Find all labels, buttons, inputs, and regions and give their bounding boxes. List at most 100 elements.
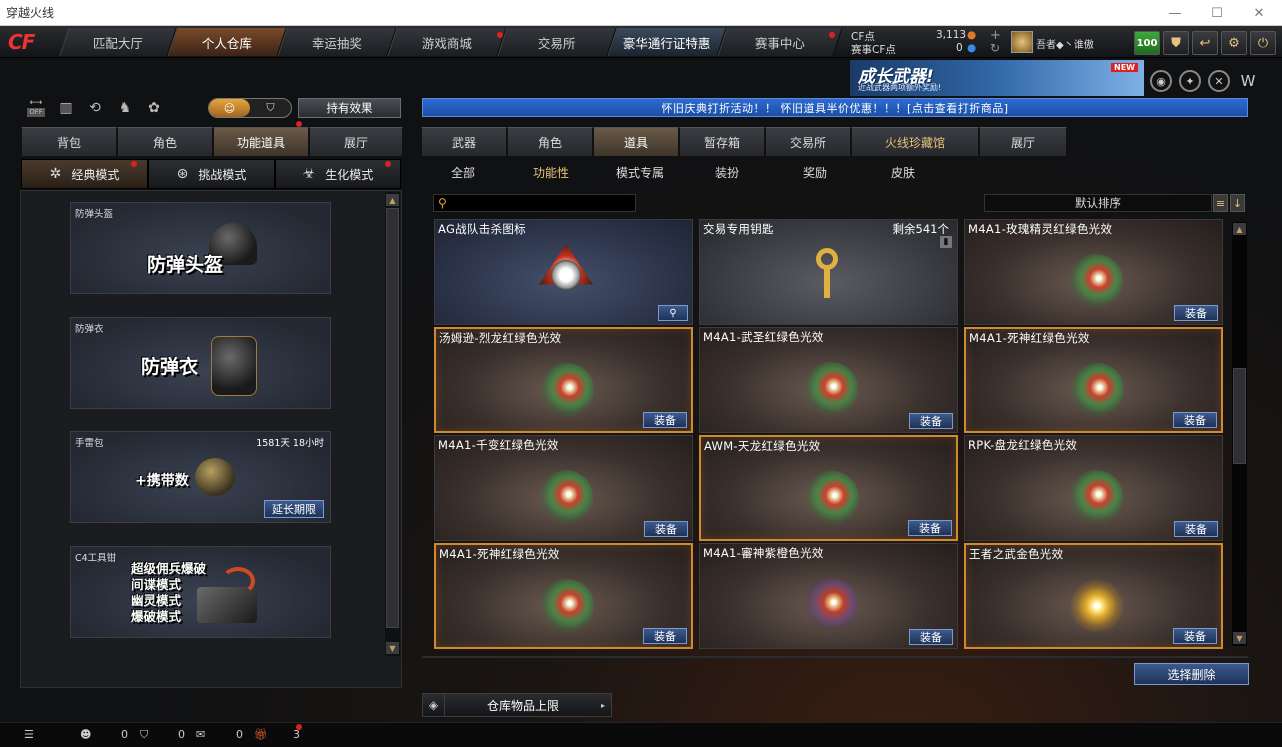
tab-trade[interactable]: 交易所 — [765, 127, 851, 157]
nav-tab-game-mall[interactable]: 游戏商城 — [387, 28, 507, 56]
equip-button[interactable]: 装备 — [908, 520, 952, 536]
scroll-down-icon[interactable]: ▼ — [386, 642, 399, 654]
promo-banner[interactable]: 成长武器! 近战武器两项额外奖励! NEW — [850, 60, 1144, 96]
nav-tab-events[interactable]: 赛事中心 — [717, 28, 843, 56]
tab-character[interactable]: 角色 — [117, 127, 213, 157]
item-card[interactable]: 汤姆逊-烈龙红绿色光效 装备 — [434, 327, 693, 433]
character-weapon-toggle[interactable]: ☺ ⛉ — [208, 98, 292, 118]
equip-button[interactable]: 装备 — [643, 412, 687, 428]
stats-icon[interactable]: ▥ — [55, 98, 77, 118]
sort-dropdown[interactable]: 默认排序 — [984, 194, 1212, 212]
tab-backpack[interactable]: 背包 — [21, 127, 117, 157]
equip-button[interactable]: 装备 — [643, 628, 687, 644]
equip-button[interactable]: 装备 — [1173, 628, 1217, 644]
shield-icon[interactable]: ⛉ — [140, 728, 148, 742]
tab-gallery[interactable]: 展厅 — [979, 127, 1067, 157]
trash-icon[interactable]: ▮ — [940, 236, 952, 248]
nav-tab-personal-storage[interactable]: 个人仓库 — [167, 28, 287, 56]
item-card[interactable]: 王者之武金色光效 装备 — [964, 543, 1223, 649]
crossed-swords-icon[interactable]: ✕ — [1208, 70, 1230, 92]
soldier-icon[interactable]: ♞ — [114, 98, 136, 118]
extend-duration-button[interactable]: 延长期限 — [264, 500, 324, 518]
item-card[interactable]: AWM-天龙红绿色光效 装备 — [699, 435, 958, 541]
compass-icon[interactable]: ✦ — [1179, 70, 1201, 92]
equip-button[interactable]: 装备 — [909, 413, 953, 429]
subtab-skins[interactable]: 皮肤 — [880, 162, 926, 182]
subtab-mode-exclusive[interactable]: 模式专属 — [610, 162, 670, 182]
grenade-bag-slot[interactable]: 手雷包 1581天 18小时 +携带数 延长期限 — [70, 431, 331, 523]
tab-weapons[interactable]: 武器 — [421, 127, 507, 157]
mode-tab-classic[interactable]: ✲ 经典模式 — [21, 159, 148, 189]
c4-pliers-slot[interactable]: C4工具钳 超级佣兵爆破 间谍模式 幽灵模式 爆破模式 — [70, 546, 331, 638]
item-card[interactable]: M4A1-死神红绿色光效 装备 — [964, 327, 1223, 433]
announcement-banner[interactable]: 怀旧庆典打折活动！！ 怀旧道具半价优惠！！！[点击查看打折商品] — [422, 98, 1248, 117]
mode-tab-challenge[interactable]: ⊛ 挑战模式 — [148, 159, 275, 189]
scroll-down-icon[interactable]: ▼ — [1233, 632, 1246, 644]
item-card[interactable]: AG战队击杀图标 ⚲ — [434, 219, 693, 325]
character-toggle-icon[interactable]: ☺ — [209, 99, 250, 117]
w-emblem-icon[interactable]: W — [1237, 70, 1259, 92]
menu-list-icon[interactable]: ☰ — [24, 728, 34, 741]
scroll-up-icon[interactable]: ▲ — [1233, 223, 1246, 235]
friends-icon[interactable]: ☻ — [80, 728, 91, 741]
item-card[interactable]: M4A1-千变红绿色光效 装备 — [434, 435, 693, 541]
equip-button[interactable]: 装备 — [1174, 521, 1218, 537]
subtab-outfit[interactable]: 装扮 — [704, 162, 750, 182]
gift-icon[interactable]: 🎁︎ — [254, 728, 268, 741]
tab-characters[interactable]: 角色 — [507, 127, 593, 157]
tab-collection[interactable]: 火线珍藏馆 — [851, 127, 979, 157]
scroll-up-icon[interactable]: ▲ — [386, 194, 399, 206]
item-grid-scrollbar[interactable]: ▲ ▼ — [1232, 222, 1247, 646]
equip-button[interactable]: 装备 — [909, 629, 953, 645]
nav-tab-lucky-draw[interactable]: 幸运抽奖 — [277, 28, 397, 56]
tab-showroom[interactable]: 展厅 — [309, 127, 403, 157]
notification-dot — [296, 724, 302, 730]
equip-button[interactable]: 装备 — [1173, 412, 1217, 428]
item-card[interactable]: M4A1-武圣红绿色光效 装备 — [699, 327, 958, 433]
bag-icon[interactable]: ✿ — [143, 98, 165, 118]
nav-tab-battle-pass[interactable]: 豪华通行证特惠 — [607, 28, 727, 56]
auto-toggle-icon[interactable]: ⟷ OFF — [25, 98, 47, 118]
owned-effects-button[interactable]: 持有效果 — [298, 98, 401, 118]
storage-capacity-bar[interactable]: ◈ 仓库物品上限 ▸ — [422, 693, 612, 717]
item-card[interactable]: 交易专用钥匙 剩余541个 ▮ — [699, 219, 958, 325]
mode-tab-zombie[interactable]: ☣ 生化模式 — [275, 159, 401, 189]
select-delete-button[interactable]: 选择删除 — [1134, 663, 1249, 685]
shield-toggle-icon[interactable]: ⛉ — [250, 99, 291, 117]
tab-items[interactable]: 道具 — [593, 127, 679, 157]
item-card[interactable]: RPK-盘龙红绿色光效 装备 — [964, 435, 1223, 541]
body-armor-slot[interactable]: 防弹衣 防弹衣 — [70, 317, 331, 409]
chat-icon[interactable]: ✉ — [196, 728, 205, 741]
refresh-icon[interactable]: ↻ — [990, 41, 1000, 55]
item-name: 交易专用钥匙 — [703, 222, 774, 236]
equip-button[interactable]: 装备 — [1174, 305, 1218, 321]
item-card[interactable]: M4A1-審神紫橙色光效 装备 — [699, 543, 958, 649]
tab-function-items[interactable]: 功能道具 — [213, 127, 309, 157]
scroll-thumb[interactable] — [1233, 368, 1246, 464]
target-icon[interactable]: ◉ — [1150, 70, 1172, 92]
power-icon[interactable]: ⏻ — [1250, 31, 1276, 55]
nav-tab-exchange[interactable]: 交易所 — [497, 28, 617, 56]
minimize-icon[interactable]: — — [1154, 0, 1196, 26]
shield-rank-icon[interactable]: ⛊ — [1163, 31, 1189, 55]
subtab-functional[interactable]: 功能性 — [527, 162, 575, 182]
magnify-icon[interactable]: ⚲ — [658, 305, 688, 321]
list-view-icon[interactable]: ≡ — [1213, 194, 1228, 212]
close-icon[interactable]: ✕ — [1238, 0, 1280, 26]
item-card[interactable]: M4A1-死神红绿色光效 装备 — [434, 543, 693, 649]
subtab-rewards[interactable]: 奖励 — [792, 162, 838, 182]
gear-icon[interactable]: ⚙ — [1221, 31, 1247, 55]
helmet-slot[interactable]: 防弹头盔 防弹头盔 — [70, 202, 331, 294]
subtab-all[interactable]: 全部 — [440, 162, 486, 182]
left-scrollbar[interactable]: ▲ ▼ — [385, 192, 400, 656]
back-icon[interactable]: ↩ — [1192, 31, 1218, 55]
tab-temp-storage[interactable]: 暂存箱 — [679, 127, 765, 157]
history-icon[interactable]: ⟲ — [84, 98, 106, 118]
scroll-thumb[interactable] — [386, 208, 399, 628]
item-card[interactable]: M4A1-玫瑰精灵红绿色光效 装备 — [964, 219, 1223, 325]
equip-button[interactable]: 装备 — [644, 521, 688, 537]
sort-order-icon[interactable]: ↓ — [1230, 194, 1245, 212]
maximize-icon[interactable]: ☐ — [1196, 0, 1238, 26]
search-input[interactable]: ⚲ — [433, 194, 636, 212]
nav-tab-match-lobby[interactable]: 匹配大厅 — [59, 28, 177, 56]
